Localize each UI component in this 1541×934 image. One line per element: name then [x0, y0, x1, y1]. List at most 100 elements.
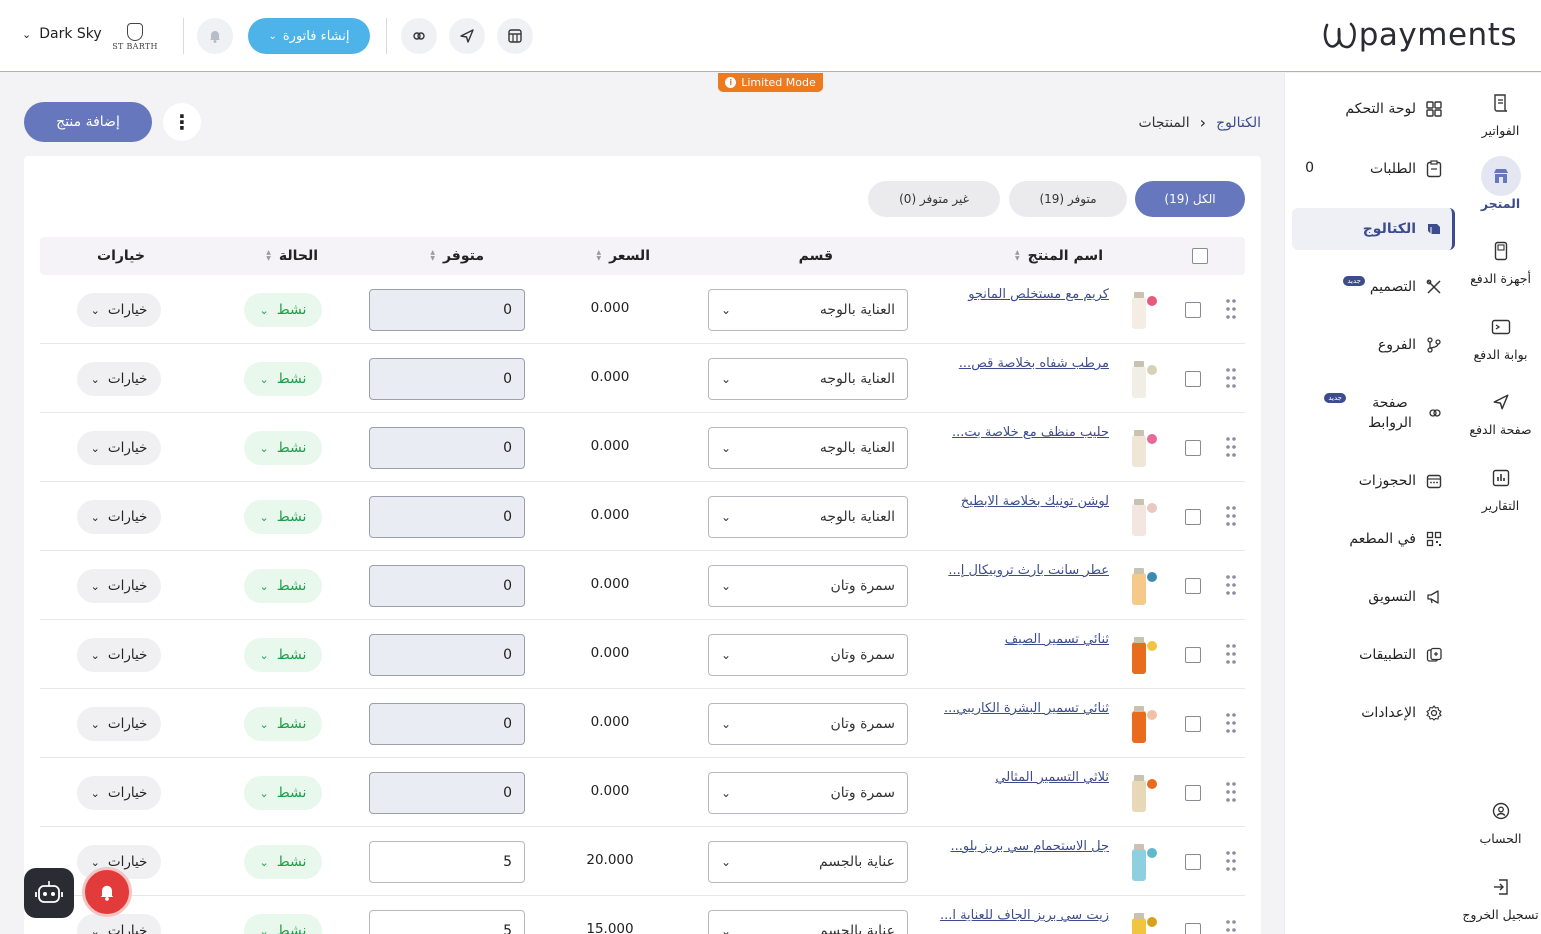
stock-input[interactable]: 0 [369, 496, 525, 538]
product-thumbnail[interactable] [1119, 563, 1165, 609]
category-select[interactable]: العناية بالوجه ⌄ [708, 289, 908, 331]
stock-input[interactable]: 0 [369, 703, 525, 745]
filter-tab-all[interactable]: الكل (19) [1135, 181, 1245, 217]
status-dropdown[interactable]: نشط ⌄ [244, 914, 322, 934]
drag-handle-icon[interactable] [1225, 367, 1237, 389]
breadcrumb-catalog-link[interactable]: الكتالوج [1216, 115, 1261, 131]
notifications-button[interactable] [197, 18, 233, 54]
menu-item-settings[interactable]: الإعدادات [1292, 692, 1452, 734]
options-dropdown[interactable]: خيارات ⌄ [77, 362, 161, 396]
category-select[interactable]: سمرة وتان ⌄ [708, 703, 908, 745]
stock-input[interactable]: 0 [369, 565, 525, 607]
row-checkbox[interactable] [1185, 302, 1201, 318]
status-dropdown[interactable]: نشط ⌄ [244, 845, 322, 879]
menu-item-catalog[interactable]: الكتالوج [1292, 208, 1455, 250]
filter-tab-out-of-stock[interactable]: غير متوفر (0) [868, 181, 1000, 217]
row-checkbox[interactable] [1185, 440, 1201, 456]
menu-item-orders[interactable]: الطلبات [1292, 148, 1452, 190]
product-name-link[interactable]: مرطب شفاه بخلاصة قص... [959, 356, 1109, 371]
filter-tab-in-stock[interactable]: متوفر (19) [1009, 181, 1127, 217]
product-name-link[interactable]: زيت سي بريز الجاف للعناية ا... [940, 908, 1109, 923]
product-name-link[interactable]: ثلاثي التسمير المثالي [995, 770, 1109, 785]
link-shortcut-button[interactable] [401, 18, 437, 54]
stock-input[interactable]: 0 [369, 427, 525, 469]
rail-item-pos-devices[interactable]: أجهزة الدفع [1460, 231, 1541, 286]
drag-handle-icon[interactable] [1225, 712, 1237, 734]
options-dropdown[interactable]: خيارات ⌄ [77, 500, 161, 534]
chatbot-button[interactable] [24, 868, 74, 918]
menu-item-bookings[interactable]: الحجوزات [1292, 460, 1452, 502]
stock-input[interactable]: 0 [369, 289, 525, 331]
product-name-link[interactable]: لوشن تونيك بخلاصة الابطيخ [961, 494, 1109, 509]
drag-handle-icon[interactable] [1225, 574, 1237, 596]
account-switcher[interactable]: ⌄ Dark Sky [22, 26, 102, 42]
notification-bell-button[interactable] [82, 867, 132, 917]
create-invoice-button[interactable]: إنشاء فاتورة ⌄ [248, 18, 370, 54]
row-checkbox[interactable] [1185, 509, 1201, 525]
drag-handle-icon[interactable] [1225, 643, 1237, 665]
product-thumbnail[interactable] [1119, 356, 1165, 402]
menu-item-marketing[interactable]: التسويق [1292, 576, 1452, 618]
status-dropdown[interactable]: نشط ⌄ [244, 293, 322, 327]
drag-handle-icon[interactable] [1225, 850, 1237, 872]
options-dropdown[interactable]: خيارات ⌄ [77, 707, 161, 741]
options-dropdown[interactable]: خيارات ⌄ [77, 776, 161, 810]
options-dropdown[interactable]: خيارات ⌄ [77, 293, 161, 327]
row-checkbox[interactable] [1185, 854, 1201, 870]
status-dropdown[interactable]: نشط ⌄ [244, 431, 322, 465]
options-dropdown[interactable]: خيارات ⌄ [77, 914, 161, 934]
drag-handle-icon[interactable] [1225, 781, 1237, 803]
column-header-name[interactable]: اسم المنتج ▲ ▼ [1015, 237, 1103, 275]
product-thumbnail[interactable] [1119, 770, 1165, 816]
product-thumbnail[interactable] [1119, 632, 1165, 678]
category-select[interactable]: عناية بالجسم ⌄ [708, 841, 908, 883]
rail-item-reports[interactable]: التقارير [1460, 458, 1541, 513]
menu-item-dine-in[interactable]: في المطعم [1292, 518, 1452, 560]
menu-item-branches[interactable]: الفروع [1292, 324, 1452, 366]
menu-item-dashboard[interactable]: لوحة التحكم [1292, 88, 1452, 130]
menu-item-links-page[interactable]: صفحة الروابط جديد [1292, 386, 1452, 440]
rail-item-invoices[interactable]: الفواتير [1460, 83, 1541, 138]
stock-input[interactable]: 0 [369, 358, 525, 400]
row-checkbox[interactable] [1185, 785, 1201, 801]
drag-handle-icon[interactable] [1225, 919, 1237, 934]
product-name-link[interactable]: كريم مع مستخلص المانجو [968, 287, 1109, 302]
product-thumbnail[interactable] [1119, 839, 1165, 885]
rail-item-logout[interactable]: تسجيل الخروج [1460, 867, 1541, 922]
category-select[interactable]: سمرة وتان ⌄ [708, 565, 908, 607]
column-header-stock[interactable]: متوفر ▲ ▼ [430, 237, 484, 275]
select-all-checkbox[interactable] [1192, 248, 1208, 264]
row-checkbox[interactable] [1185, 923, 1201, 934]
app-logo[interactable]: payments [1321, 14, 1517, 56]
rail-item-payment-gateway[interactable]: بوابة الدفع [1460, 307, 1541, 362]
row-checkbox[interactable] [1185, 647, 1201, 663]
product-name-link[interactable]: عطر سانت بارث تروبيكال إ... [948, 563, 1109, 578]
stock-input[interactable]: 0 [369, 772, 525, 814]
row-checkbox[interactable] [1185, 578, 1201, 594]
product-name-link[interactable]: جل الاستحمام سي بريز بلو... [950, 839, 1109, 854]
status-dropdown[interactable]: نشط ⌄ [244, 776, 322, 810]
options-dropdown[interactable]: خيارات ⌄ [77, 569, 161, 603]
stock-input[interactable]: 5 [369, 841, 525, 883]
rail-item-payment-page[interactable]: صفحة الدفع [1460, 382, 1541, 437]
row-checkbox[interactable] [1185, 371, 1201, 387]
drag-handle-icon[interactable] [1225, 298, 1237, 320]
category-select[interactable]: العناية بالوجه ⌄ [708, 496, 908, 538]
product-thumbnail[interactable] [1119, 425, 1165, 471]
product-thumbnail[interactable] [1119, 287, 1165, 333]
options-dropdown[interactable]: خيارات ⌄ [77, 638, 161, 672]
status-dropdown[interactable]: نشط ⌄ [244, 500, 322, 534]
product-name-link[interactable]: حليب منظف مع خلاصة بت... [952, 425, 1109, 440]
options-dropdown[interactable]: خيارات ⌄ [77, 431, 161, 465]
status-dropdown[interactable]: نشط ⌄ [244, 362, 322, 396]
stock-input[interactable]: 5 [369, 910, 525, 934]
drag-handle-icon[interactable] [1225, 505, 1237, 527]
category-select[interactable]: سمرة وتان ⌄ [708, 772, 908, 814]
send-shortcut-button[interactable] [449, 18, 485, 54]
category-select[interactable]: سمرة وتان ⌄ [708, 634, 908, 676]
stock-input[interactable]: 0 [369, 634, 525, 676]
menu-item-design[interactable]: التصميم جديد [1292, 266, 1452, 308]
menu-item-apps[interactable]: التطبيقات [1292, 634, 1452, 676]
store-shortcut-button[interactable] [497, 18, 533, 54]
category-select[interactable]: العناية بالوجه ⌄ [708, 427, 908, 469]
